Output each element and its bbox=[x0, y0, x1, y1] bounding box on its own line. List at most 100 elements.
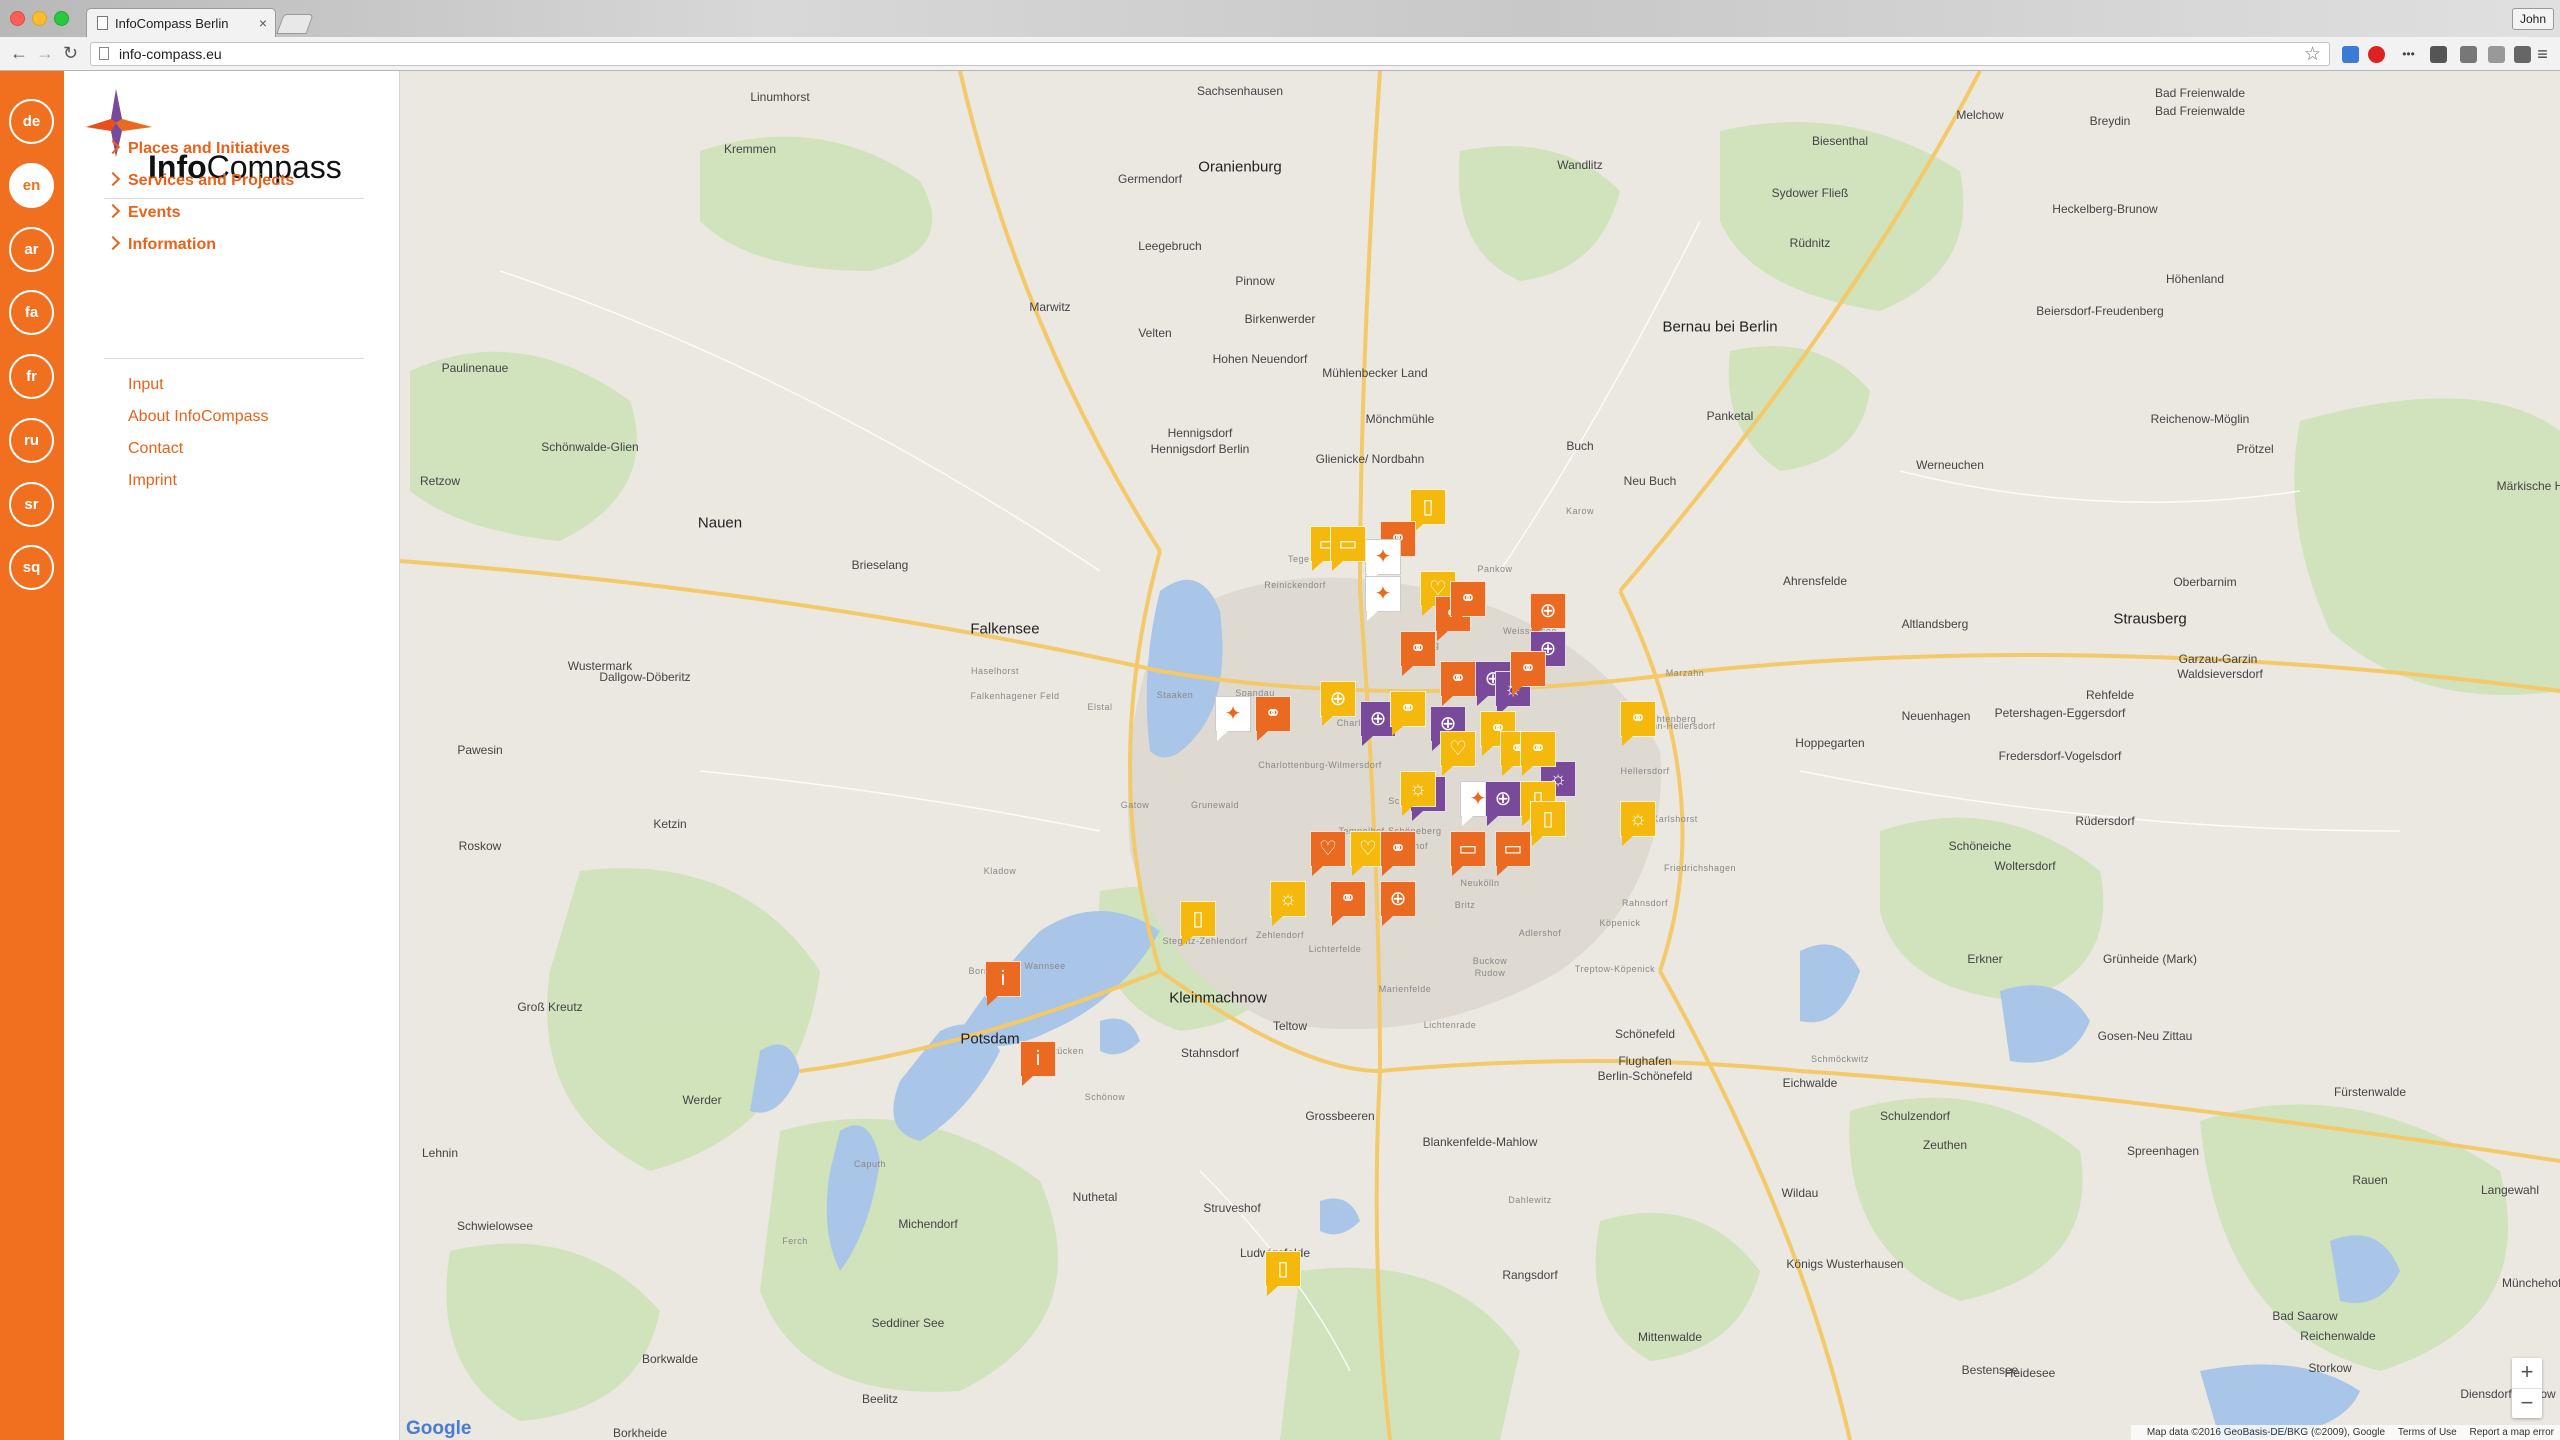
url-text[interactable]: info-compass.eu bbox=[119, 46, 222, 62]
map-marker[interactable]: ▯ bbox=[1530, 801, 1568, 846]
language-ru-button[interactable]: ru bbox=[9, 418, 54, 463]
link-contact[interactable]: Contact bbox=[128, 440, 183, 458]
map[interactable]: Linumhorst Kremmen Oranienburg Wandlitz Bies… bbox=[400, 71, 2560, 1440]
map-marker[interactable]: ⊕ bbox=[1320, 681, 1358, 726]
zoom-in-button[interactable]: + bbox=[2512, 1358, 2542, 1388]
reload-icon[interactable]: ↻ bbox=[63, 43, 78, 64]
compass-icon: ✦ bbox=[1215, 696, 1251, 732]
language-fa-button[interactable]: fa bbox=[9, 290, 54, 335]
link-about-infocompass[interactable]: About InfoCompass bbox=[128, 408, 269, 426]
language-fr-button[interactable]: fr bbox=[9, 354, 54, 399]
district-label: Rahnsdorf bbox=[1621, 898, 1669, 908]
map-marker[interactable]: ⊕ bbox=[1380, 881, 1418, 926]
place-label: Reichenwalde bbox=[2300, 1329, 2376, 1343]
map-marker[interactable]: i bbox=[985, 961, 1023, 1006]
close-tab-icon[interactable]: × bbox=[259, 15, 267, 31]
book-icon: ▯ bbox=[1530, 801, 1566, 837]
language-en-button[interactable]: en bbox=[9, 163, 54, 208]
map-marker[interactable]: ⚭ bbox=[1255, 696, 1293, 741]
globe-icon: ⊕ bbox=[1380, 881, 1416, 917]
place-label: Bernau bei Berlin bbox=[1662, 318, 1778, 336]
tab-bar: InfoCompass Berlin × John bbox=[0, 0, 2560, 37]
more-dots-icon[interactable]: ••• bbox=[2400, 46, 2417, 63]
map-marker[interactable]: ⚭ bbox=[1440, 661, 1478, 706]
tab-infocompass[interactable]: InfoCompass Berlin × bbox=[86, 8, 276, 37]
map-marker[interactable]: ⚭ bbox=[1380, 831, 1418, 876]
link-imprint[interactable]: Imprint bbox=[128, 472, 177, 490]
menu-item-information[interactable]: Information bbox=[105, 235, 216, 254]
map-marker[interactable]: ☼ bbox=[1620, 801, 1658, 846]
map-marker[interactable]: ▯ bbox=[1265, 1251, 1303, 1296]
map-marker[interactable]: ♡ bbox=[1440, 731, 1478, 776]
opera-icon[interactable] bbox=[2368, 46, 2385, 63]
map-marker[interactable]: ♡ bbox=[1310, 831, 1348, 876]
map-marker[interactable]: ⊕ bbox=[1485, 781, 1523, 826]
menu-item-places-and-initiatives[interactable]: Places and Initiatives bbox=[105, 139, 290, 158]
minimize-window-button[interactable] bbox=[32, 11, 47, 26]
extension-icon[interactable] bbox=[2460, 46, 2477, 63]
place-label: Wandlitz bbox=[1557, 158, 1603, 172]
map-marker[interactable]: ▯ bbox=[1180, 901, 1218, 946]
link-input[interactable]: Input bbox=[128, 376, 164, 394]
report-error-link[interactable]: Report a map error bbox=[2470, 1427, 2554, 1438]
back-icon[interactable]: ← bbox=[10, 43, 28, 64]
map-marker[interactable]: ✦ bbox=[1215, 696, 1253, 741]
place-label: Kremmen bbox=[723, 142, 777, 156]
place-label: Borkwalde bbox=[641, 1352, 699, 1366]
district-label: Reinickendorf bbox=[1264, 580, 1326, 590]
extension-icon[interactable] bbox=[2488, 46, 2505, 63]
language-sr-button[interactable]: sr bbox=[9, 482, 54, 527]
bookmark-star-icon[interactable]: ☆ bbox=[2304, 43, 2321, 66]
district-label: Tegel bbox=[1287, 554, 1313, 564]
place-label: Münchehofe bbox=[2501, 1276, 2560, 1290]
map-marker[interactable]: ⚭ bbox=[1510, 651, 1548, 696]
language-ar-button[interactable]: ar bbox=[9, 227, 54, 272]
handshake-icon: ⚭ bbox=[1520, 731, 1556, 767]
district-label: Buckow bbox=[1472, 956, 1508, 966]
map-marker[interactable]: ☼ bbox=[1400, 771, 1438, 816]
handshake-icon: ⚭ bbox=[1440, 661, 1476, 697]
language-de-button[interactable]: de bbox=[9, 99, 54, 144]
map-marker[interactable]: ⚭ bbox=[1330, 881, 1368, 926]
extension-icon[interactable] bbox=[2342, 46, 2359, 63]
close-window-button[interactable] bbox=[10, 11, 25, 26]
zoom-out-button[interactable]: − bbox=[2512, 1388, 2542, 1418]
place-label: Blankenfelde-Mahlow bbox=[1422, 1135, 1538, 1149]
new-tab-button[interactable] bbox=[276, 14, 314, 34]
marker-pointer bbox=[1367, 611, 1378, 621]
maximize-window-button[interactable] bbox=[54, 11, 69, 26]
map-marker[interactable]: i bbox=[1020, 1041, 1058, 1086]
extension-icon[interactable] bbox=[2514, 46, 2531, 63]
map-marker[interactable]: ▭ bbox=[1450, 831, 1488, 876]
map-marker[interactable]: ⚭ bbox=[1390, 691, 1428, 736]
address-bar[interactable]: info-compass.eu ☆ bbox=[90, 42, 2330, 66]
map-marker[interactable]: ✦ bbox=[1365, 539, 1403, 584]
marker-pointer bbox=[1412, 811, 1423, 821]
map-marker[interactable]: ⚭ bbox=[1520, 731, 1558, 776]
map-marker[interactable]: ▭ bbox=[1495, 831, 1533, 876]
google-logo[interactable]: Google bbox=[406, 1418, 471, 1440]
layers-icon[interactable] bbox=[2430, 46, 2447, 63]
map-marker[interactable]: ☼ bbox=[1270, 881, 1308, 926]
menu-item-label: Services and Projects bbox=[128, 172, 295, 189]
map-marker[interactable]: ✦ bbox=[1365, 576, 1403, 621]
district-label: Haselhorst bbox=[970, 666, 1020, 676]
profile-button[interactable]: John bbox=[2511, 8, 2554, 30]
place-label: Paulinenaue bbox=[441, 361, 509, 375]
district-label: Karow bbox=[1565, 506, 1595, 516]
menu-item-events[interactable]: Events bbox=[105, 203, 180, 222]
place-label: Stahnsdorf bbox=[1180, 1046, 1240, 1060]
map-marker[interactable]: ⊕ bbox=[1530, 593, 1568, 638]
language-sq-button[interactable]: sq bbox=[9, 545, 54, 590]
place-label: Storkow bbox=[2308, 1361, 2352, 1375]
map-marker[interactable]: ⚭ bbox=[1620, 701, 1658, 746]
forward-icon[interactable]: → bbox=[36, 43, 54, 64]
place-label: Beelitz bbox=[861, 1392, 899, 1406]
menu-item-services-and-projects[interactable]: Services and Projects bbox=[105, 171, 295, 190]
menu-icon[interactable]: ≡ bbox=[2534, 45, 2551, 63]
terms-link[interactable]: Terms of Use bbox=[2398, 1427, 2457, 1438]
map-marker[interactable]: ⚭ bbox=[1400, 631, 1438, 676]
map-marker[interactable]: ▭ bbox=[1330, 526, 1368, 571]
marker-pointer bbox=[1622, 836, 1633, 846]
map-marker[interactable]: ⚭ bbox=[1450, 581, 1488, 626]
